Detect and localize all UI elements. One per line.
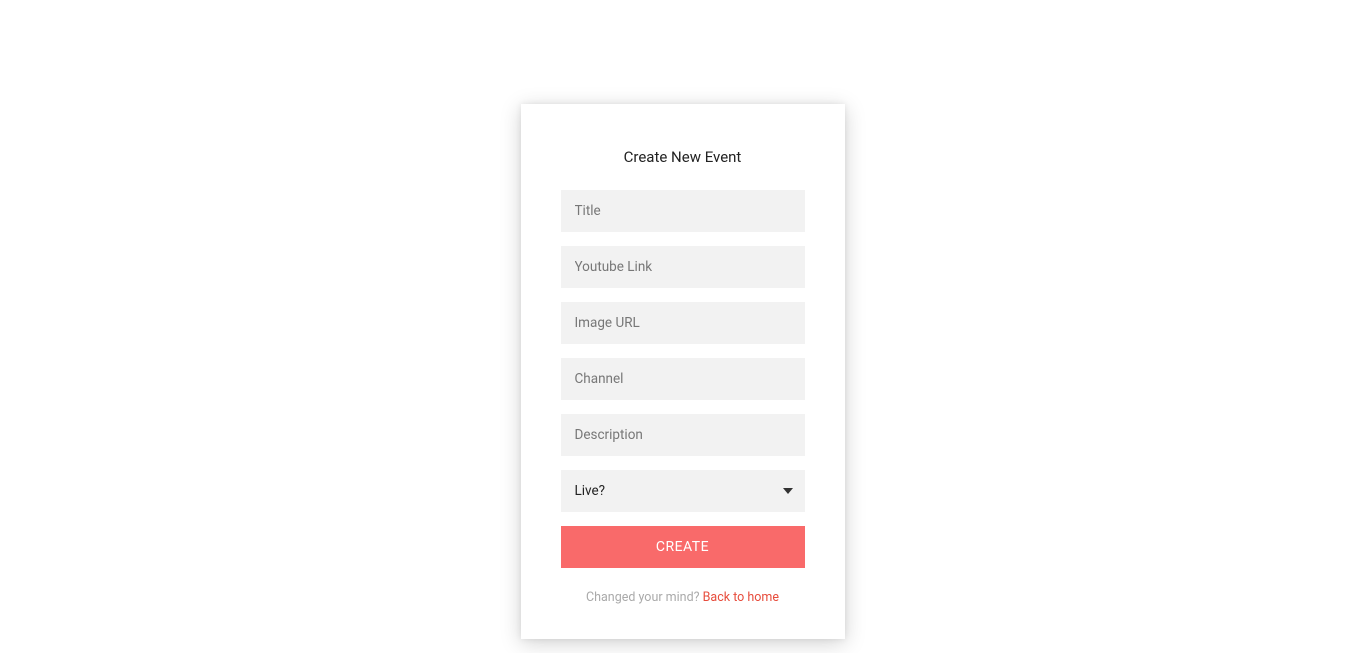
create-event-form: Live? Create xyxy=(561,190,805,568)
live-select[interactable]: Live? xyxy=(561,470,805,512)
back-to-home-link[interactable]: Back to home xyxy=(703,590,779,605)
live-select-wrapper: Live? xyxy=(561,470,805,512)
channel-input[interactable] xyxy=(561,358,805,400)
image-url-input[interactable] xyxy=(561,302,805,344)
create-event-card: Create New Event Live? Create Changed yo… xyxy=(521,104,845,639)
youtube-link-input[interactable] xyxy=(561,246,805,288)
title-input[interactable] xyxy=(561,190,805,232)
footer-prompt: Changed your mind? xyxy=(586,590,703,605)
form-title: Create New Event xyxy=(624,148,742,166)
description-input[interactable] xyxy=(561,414,805,456)
create-button[interactable]: Create xyxy=(561,526,805,568)
form-footer: Changed your mind? Back to home xyxy=(586,590,779,605)
